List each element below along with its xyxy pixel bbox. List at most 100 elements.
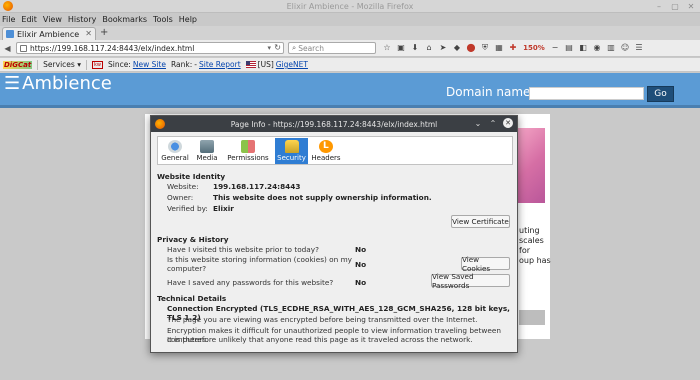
menu-bar: File Edit View History Bookmarks Tools H…	[0, 14, 700, 26]
page-info-tabs: General Media Permissions Security Heade…	[157, 136, 513, 165]
owner-value: This website does not supply ownership i…	[213, 193, 432, 202]
dialog-minimize-icon[interactable]: ⌄	[473, 118, 483, 129]
menu-help[interactable]: Help	[179, 14, 197, 26]
menu-history[interactable]: History	[68, 14, 96, 26]
close-tab-icon[interactable]: ✕	[85, 29, 92, 38]
url-dropdown-icon[interactable]: ▾	[267, 44, 271, 52]
tab-media[interactable]: Media	[194, 138, 220, 164]
extension-icon[interactable]: ◧	[578, 42, 588, 53]
domain-label: Domain name:	[446, 85, 535, 99]
window-titlebar: Elixir Ambience - Mozilla Firefox – ▢ ✕	[0, 0, 700, 13]
sync-icon[interactable]: ◉	[592, 42, 602, 53]
owner-label: Owner:	[167, 193, 194, 202]
technical-heading: Technical Details	[157, 294, 227, 303]
bookmark-star-icon[interactable]: ☆	[382, 42, 392, 53]
passwords-question: Have I saved any passwords for this webs…	[167, 278, 334, 287]
identity-heading: Website Identity	[157, 172, 226, 181]
passwords-answer: No	[355, 278, 367, 287]
back-icon[interactable]: ◀	[2, 43, 13, 54]
tab-general[interactable]: General	[160, 138, 190, 164]
page-side-bar	[519, 310, 545, 325]
grid-icon[interactable]: ▦	[494, 42, 504, 53]
bookmarks-toolbar: DiGCat Services ▾ kw Since: New Site Ran…	[0, 58, 700, 72]
website-label: Website:	[167, 182, 199, 191]
domain-input[interactable]	[529, 87, 644, 100]
separator	[37, 59, 39, 70]
menu-tools[interactable]: Tools	[153, 14, 173, 26]
dialog-close-icon[interactable]: ✕	[503, 118, 513, 128]
go-button[interactable]: Go	[647, 86, 674, 102]
cookies-question-cont: computer?	[167, 264, 207, 273]
view-cookies-button[interactable]: View Cookies	[461, 255, 510, 273]
close-window-icon[interactable]: ✕	[686, 1, 696, 11]
addon-icon[interactable]: ✚	[508, 42, 518, 53]
new-site-link[interactable]: New Site	[133, 60, 166, 69]
search-icon: ⌕	[292, 43, 297, 52]
reading-list-icon[interactable]: ▣	[396, 42, 406, 53]
window-title: Elixir Ambience - Mozilla Firefox	[286, 2, 414, 11]
url-text: https://199.168.117.24:8443/elx/index.ht…	[30, 43, 195, 53]
shield-icon[interactable]: ⛨	[480, 42, 490, 53]
rank-label: Rank:	[171, 60, 193, 69]
reload-icon[interactable]: ↻	[274, 43, 281, 52]
nav-bar: ◀ https://199.168.117.24:8443/elx/index.…	[0, 40, 700, 57]
site-report-link[interactable]: Site Report	[199, 60, 241, 69]
visited-answer: No	[355, 245, 367, 254]
permissions-icon	[241, 140, 255, 153]
dialog-maximize-icon[interactable]: ⌃	[488, 118, 498, 129]
menu-bookmarks[interactable]: Bookmarks	[102, 14, 147, 26]
view-certificate-button[interactable]: View Certificate	[451, 215, 510, 228]
verified-label: Verified by:	[167, 204, 208, 213]
tab-strip: Elixir Ambience ✕ +	[0, 26, 700, 40]
send-icon[interactable]: ➤	[438, 42, 448, 53]
rank-arrow: -	[194, 60, 197, 69]
encryption-line-3: It is therefore unlikely that anyone rea…	[167, 335, 473, 344]
home-icon[interactable]: ⌂	[424, 42, 434, 53]
dialog-title: Page Info - https://199.168.117.24:8443/…	[230, 120, 438, 129]
zoom-level[interactable]: 150%	[522, 42, 546, 53]
dialog-titlebar: Page Info - https://199.168.117.24:8443/…	[151, 116, 517, 132]
favicon-icon	[6, 30, 14, 38]
hamburger-menu-icon[interactable]: ☰	[634, 42, 644, 53]
cookies-question: Is this website storing information (coo…	[167, 255, 352, 264]
account-icon[interactable]: ☺	[620, 42, 630, 53]
pocket-icon[interactable]: ◆	[452, 42, 462, 53]
toolbar-icons: ☆ ▣ ⬇ ⌂ ➤ ◆ ⬤ ⛨ ▦ ✚ 150% − ▤ ◧ ◉ ▥ ☺ ☰	[382, 42, 644, 53]
tab-permissions[interactable]: Permissions	[224, 138, 272, 164]
window-controls: – ▢ ✕	[654, 1, 696, 11]
website-value: 199.168.117.24:8443	[213, 182, 301, 191]
library-icon[interactable]: ▥	[606, 42, 616, 53]
us-flag-icon	[245, 61, 256, 68]
lock-icon[interactable]	[20, 44, 27, 52]
download-icon[interactable]: ⬇	[410, 42, 420, 53]
tab-headers[interactable]: Headers	[311, 138, 341, 164]
host-link[interactable]: GigeNET	[276, 60, 308, 69]
page-info-dialog: Page Info - https://199.168.117.24:8443/…	[150, 115, 518, 353]
adblock-icon[interactable]: ⬤	[466, 42, 476, 53]
new-tab-icon[interactable]: +	[100, 27, 108, 38]
dialog-controls: ⌄ ⌃ ✕	[473, 118, 513, 129]
services-menu[interactable]: Services ▾	[43, 60, 81, 69]
tab-title: Elixir Ambience	[17, 29, 80, 39]
browser-tab[interactable]: Elixir Ambience ✕	[2, 27, 96, 40]
lock-icon	[284, 140, 299, 153]
search-input[interactable]: ⌕ Search	[288, 42, 376, 54]
menu-edit[interactable]: Edit	[21, 14, 37, 26]
url-bar[interactable]: https://199.168.117.24:8443/elx/index.ht…	[16, 42, 284, 54]
encryption-line-1: The page you are viewing was encrypted b…	[167, 315, 478, 324]
zoom-out-icon[interactable]: −	[550, 42, 560, 53]
search-placeholder: Search	[298, 43, 324, 53]
menu-view[interactable]: View	[43, 14, 62, 26]
view-saved-passwords-button[interactable]: View Saved Passwords	[431, 272, 510, 290]
alexa-logo-icon[interactable]: DiGCat	[3, 60, 33, 69]
screenshot-icon[interactable]: ▤	[564, 42, 574, 53]
keyword-logo-icon[interactable]: kw	[91, 60, 103, 69]
maximize-icon[interactable]: ▢	[670, 1, 680, 11]
minimize-icon[interactable]: –	[654, 1, 664, 11]
site-title[interactable]: ☰ Ambience	[4, 73, 112, 94]
tab-security[interactable]: Security	[275, 138, 308, 164]
hamburger-icon[interactable]: ☰	[4, 73, 20, 94]
media-icon	[200, 140, 214, 153]
country-label: [US]	[257, 60, 274, 69]
menu-file[interactable]: File	[2, 14, 15, 26]
